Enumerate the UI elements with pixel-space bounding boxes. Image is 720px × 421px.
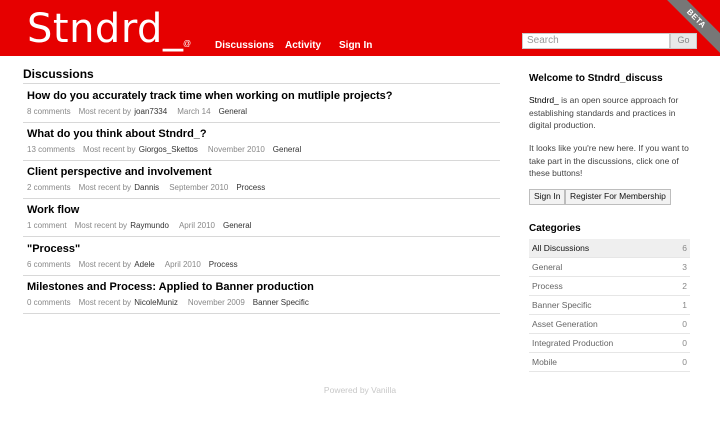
site-header: Stndrd_ @ Discussions Activity Sign In S… — [0, 0, 720, 56]
category-link[interactable]: General — [273, 145, 301, 154]
comment-count: 2 comments — [27, 183, 71, 192]
category-asset-generation[interactable]: Asset Generation 0 — [529, 315, 690, 334]
register-button[interactable]: Register For Membership — [565, 189, 671, 205]
discussion-date: April 2010 — [164, 260, 201, 269]
discussion-title-link[interactable]: What do you think about Stndrd_? — [27, 127, 207, 141]
logo-mark: @ — [183, 39, 192, 48]
comment-count: 1 comment — [27, 221, 67, 230]
page-title: Discussions — [23, 67, 94, 81]
category-all-discussions[interactable]: All Discussions 6 — [529, 239, 690, 258]
discussion-date: March 14 — [177, 107, 211, 116]
discussion-meta: 13 comments Most recent by Giorgos_Sketto… — [27, 145, 301, 155]
category-mobile[interactable]: Mobile 0 — [529, 353, 690, 372]
categories-title: Categories — [529, 223, 581, 234]
intro-brand: Stndrd_ — [529, 95, 559, 105]
category-link[interactable]: Process — [209, 260, 238, 269]
category-count: 0 — [682, 357, 687, 367]
new-here-text: It looks like you're new here. If you wa… — [529, 143, 689, 178]
discussion-item: Work flow 1 comment Most recent by Raymun… — [23, 198, 500, 237]
discussion-meta: 2 comments Most recent by Dannis September… — [27, 183, 265, 193]
discussion-meta: 0 comments Most recent by NicoleMuniz Nove… — [27, 298, 309, 308]
most-recent-label: Most recent by — [78, 183, 132, 192]
most-recent-label: Most recent by — [78, 260, 132, 269]
nav-activity-link[interactable]: Activity — [285, 40, 321, 52]
category-count: 0 — [682, 338, 687, 348]
most-recent-label: Most recent by — [78, 298, 132, 307]
discussion-item: "Process" 6 comments Most recent by Adele… — [23, 237, 500, 276]
search-input[interactable]: Search — [522, 33, 670, 49]
discussion-meta: 1 comment Most recent by Raymundo April 20… — [27, 221, 251, 231]
category-link[interactable]: General — [219, 107, 247, 116]
discussion-title-link[interactable]: "Process" — [27, 242, 80, 256]
nav-sign-in-link[interactable]: Sign In — [339, 40, 372, 52]
discussion-title-link[interactable]: How do you accurately track time when wo… — [27, 89, 393, 103]
category-count: 0 — [682, 319, 687, 329]
search-go-button[interactable]: Go — [670, 33, 697, 49]
category-link[interactable]: Banner Specific — [253, 298, 309, 307]
category-count: 1 — [682, 300, 687, 310]
comment-count: 6 comments — [27, 260, 71, 269]
category-banner-specific[interactable]: Banner Specific 1 — [529, 296, 690, 315]
category-link[interactable]: Process — [236, 183, 265, 192]
most-recent-label: Most recent by — [78, 107, 132, 116]
sign-in-button[interactable]: Sign In — [529, 189, 566, 205]
welcome-title: Welcome to Stndrd_discuss — [529, 73, 663, 84]
category-count: 2 — [682, 281, 687, 291]
most-recent-label: Most recent by — [83, 145, 136, 154]
discussion-item: Milestones and Process: Applied to Banne… — [23, 275, 500, 314]
discussion-title-link[interactable]: Client perspective and involvement — [27, 165, 212, 179]
category-integrated-production[interactable]: Integrated Production 0 — [529, 334, 690, 353]
comment-count: 0 comments — [27, 298, 71, 307]
category-count: 3 — [682, 262, 687, 272]
nav-discussions-link[interactable]: Discussions — [215, 40, 274, 52]
discussion-date: September 2010 — [169, 183, 229, 192]
discussion-title-link[interactable]: Work flow — [27, 203, 79, 217]
discussion-item: What do you think about Stndrd_? 13 comm… — [23, 122, 500, 161]
comment-count: 8 comments — [27, 107, 71, 116]
category-count: 6 — [682, 243, 687, 253]
intro-text: Stndrd_ is an open source approach for e… — [529, 94, 697, 132]
comment-count: 13 comments — [27, 145, 76, 154]
category-link[interactable]: General — [223, 221, 251, 230]
user-link[interactable]: Adele — [134, 260, 154, 269]
discussion-item: How do you accurately track time when wo… — [23, 84, 500, 123]
discussion-date: November 2009 — [187, 298, 245, 307]
category-name: All Discussions — [532, 243, 590, 253]
discussion-meta: 8 comments Most recent by joan7334 March 1… — [27, 107, 247, 117]
site-logo[interactable]: Stndrd_ — [27, 6, 183, 52]
discussion-date: April 2010 — [178, 221, 215, 230]
category-name: Banner Specific — [532, 300, 592, 310]
category-name: Asset Generation — [532, 319, 598, 329]
discussion-date: November 2010 — [207, 145, 265, 154]
category-name: Process — [532, 281, 563, 291]
discussion-item: Client perspective and involvement 2 com… — [23, 160, 500, 199]
category-name: Mobile — [532, 357, 558, 367]
user-link[interactable]: Raymundo — [130, 221, 169, 230]
category-general[interactable]: General 3 — [529, 258, 690, 277]
category-process[interactable]: Process 2 — [529, 277, 690, 296]
discussion-title-link[interactable]: Milestones and Process: Applied to Banne… — [27, 280, 314, 294]
most-recent-label: Most recent by — [74, 221, 128, 230]
powered-by-footer[interactable]: Powered by Vanilla — [0, 385, 720, 395]
user-link[interactable]: joan7334 — [134, 107, 167, 116]
user-link[interactable]: Giorgos_Skettos — [139, 145, 198, 154]
user-link[interactable]: Dannis — [134, 183, 159, 192]
discussion-meta: 6 comments Most recent by Adele April 2010… — [27, 260, 238, 270]
category-name: General — [532, 262, 563, 272]
user-link[interactable]: NicoleMuniz — [134, 298, 178, 307]
category-name: Integrated Production — [532, 338, 614, 348]
